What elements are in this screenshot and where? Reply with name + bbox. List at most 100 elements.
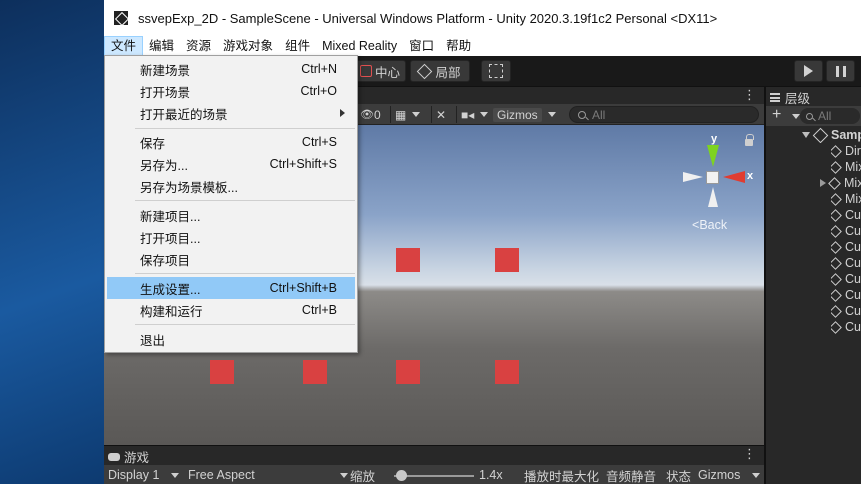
hierarchy-item[interactable]: Mix: [831, 159, 861, 175]
menu-separator: [135, 200, 355, 201]
gizmo-center-cube[interactable]: [706, 171, 719, 184]
expand-arrow-icon[interactable]: [802, 132, 810, 138]
neg-x-axis-cone[interactable]: [683, 172, 703, 182]
menu-help[interactable]: 帮助: [440, 36, 477, 56]
scene-cube[interactable]: [210, 360, 234, 384]
grid-snap-button[interactable]: [481, 60, 511, 82]
hierarchy-item[interactable]: Dir: [831, 143, 861, 159]
menu-item-save-as-scene-template[interactable]: 另存为场景模板...: [107, 175, 355, 197]
collapsed-arrow-icon[interactable]: [820, 179, 826, 187]
menu-mixed-reality[interactable]: Mixed Reality: [316, 36, 403, 56]
neg-y-axis-cone[interactable]: [708, 187, 718, 207]
game-toolbar: Display 1 Free Aspect 缩放 1.4x 播放时最大化 音频静…: [104, 465, 764, 484]
menu-item-open-scene[interactable]: 打开场景 Ctrl+O: [107, 80, 355, 102]
chevron-down-icon[interactable]: [792, 114, 800, 119]
tools-toggle[interactable]: ✕: [431, 106, 446, 123]
menu-item-label: 生成设置...: [140, 282, 201, 297]
hierarchy-item[interactable]: Cul: [831, 255, 861, 271]
menu-item-new-scene[interactable]: 新建场景 Ctrl+N: [107, 58, 355, 80]
more-options-icon[interactable]: ⋮: [743, 446, 756, 462]
x-axis-cone[interactable]: [723, 171, 745, 183]
menu-item-save-as[interactable]: 另存为... Ctrl+Shift+S: [107, 153, 355, 175]
menu-gameobject[interactable]: 游戏对象: [217, 36, 279, 56]
hierarchy-item[interactable]: Mix: [820, 175, 861, 191]
gameobject-icon: [831, 224, 842, 238]
scene-search-placeholder: All: [592, 107, 606, 122]
unity-logo-icon: [114, 11, 128, 25]
menu-item-label: 另存为场景模板...: [140, 180, 238, 195]
hierarchy-item-label: Cul: [845, 240, 861, 254]
grid-toggle[interactable]: ▦: [390, 106, 421, 123]
menu-item-shortcut: Ctrl+N: [301, 62, 337, 76]
camera-dropdown[interactable]: ■◂: [456, 106, 489, 123]
menu-component[interactable]: 组件: [279, 36, 316, 56]
title-bar: ssvepExp_2D - SampleScene - Universal Wi…: [104, 0, 861, 36]
scene-cube[interactable]: [396, 248, 420, 272]
game-gizmos-dropdown[interactable]: Gizmos: [698, 466, 761, 484]
play-button[interactable]: [794, 60, 823, 82]
window-title: ssvepExp_2D - SampleScene - Universal Wi…: [138, 10, 718, 26]
hidden-objects-toggle[interactable]: 👁 0: [360, 106, 381, 123]
display-dropdown[interactable]: Display 1: [108, 466, 180, 484]
y-axis-cone[interactable]: [707, 145, 719, 167]
search-icon: [578, 110, 586, 119]
menu-separator: [135, 128, 355, 129]
hierarchy-item[interactable]: Cul: [831, 271, 861, 287]
pivot-icon: [359, 65, 372, 77]
local-toggle-button[interactable]: 局部: [410, 60, 470, 82]
scene-cube[interactable]: [495, 248, 519, 272]
pause-button[interactable]: [826, 60, 855, 82]
menu-item-new-project[interactable]: 新建项目...: [107, 204, 355, 226]
menu-file[interactable]: 文件: [104, 36, 144, 56]
hierarchy-list: Samp Dir Mix Mix Mix Cul Cul Cul Cul Cul…: [764, 126, 861, 484]
hierarchy-scene-row[interactable]: Samp: [802, 127, 861, 143]
chevron-down-icon: [412, 112, 421, 117]
hierarchy-item[interactable]: Cul: [831, 287, 861, 303]
scene-cube[interactable]: [303, 360, 327, 384]
pivot-toggle-button[interactable]: 中心: [354, 60, 406, 82]
scene-cube[interactable]: [396, 360, 420, 384]
menu-item-save-project[interactable]: 保存项目: [107, 248, 355, 270]
menu-edit[interactable]: 编辑: [143, 36, 180, 56]
camera-icon: ■◂: [461, 107, 475, 122]
scene-cube[interactable]: [495, 360, 519, 384]
menu-item-build-settings[interactable]: 生成设置... Ctrl+Shift+B: [107, 277, 355, 299]
menu-assets[interactable]: 资源: [180, 36, 217, 56]
hidden-count: 0: [373, 107, 381, 122]
menu-item-label: 构建和运行: [140, 304, 203, 319]
gameobject-icon: [831, 192, 842, 206]
scene-gizmos-dropdown[interactable]: Gizmos: [493, 106, 556, 123]
stats-toggle[interactable]: 状态: [666, 466, 691, 484]
hierarchy-item[interactable]: Cul: [831, 207, 861, 223]
eye-slash-icon: 👁: [360, 109, 374, 121]
aspect-dropdown[interactable]: Free Aspect: [188, 466, 348, 484]
menu-item-exit[interactable]: 退出: [107, 328, 355, 350]
gizmos-label: Gizmos: [493, 107, 542, 122]
menu-item-open-project[interactable]: 打开项目...: [107, 226, 355, 248]
mute-audio-toggle[interactable]: 音频静音: [606, 466, 656, 484]
hierarchy-item[interactable]: Cul: [831, 303, 861, 319]
hierarchy-item-label: Cul: [845, 304, 861, 318]
more-options-icon[interactable]: ⋮: [743, 87, 756, 103]
game-tab-label: 游戏: [124, 451, 150, 465]
menu-item-open-recent-scene[interactable]: 打开最近的场景: [107, 102, 355, 124]
menu-separator: [135, 324, 355, 325]
hierarchy-search-input[interactable]: All: [800, 108, 860, 124]
hierarchy-item[interactable]: Cul: [831, 239, 861, 255]
lock-icon[interactable]: [745, 134, 754, 146]
game-tab-bar: 游戏 ⋮: [104, 445, 764, 465]
menu-item-build-and-run[interactable]: 构建和运行 Ctrl+B: [107, 299, 355, 321]
tab-game[interactable]: 游戏: [108, 447, 149, 466]
axis-x-label: x: [747, 170, 754, 182]
hierarchy-item[interactable]: Cul: [831, 223, 861, 239]
maximize-on-play-toggle[interactable]: 播放时最大化: [524, 466, 599, 484]
menu-item-save[interactable]: 保存 Ctrl+S: [107, 131, 355, 153]
tab-hierarchy[interactable]: 层级: [770, 88, 810, 107]
scene-search-input[interactable]: All: [569, 106, 759, 123]
hierarchy-item[interactable]: Cul: [831, 319, 861, 335]
hierarchy-item[interactable]: Mix: [831, 191, 861, 207]
scale-slider-thumb[interactable]: [396, 470, 407, 481]
orientation-gizmo[interactable]: y x: [679, 133, 759, 215]
add-icon[interactable]: +: [772, 106, 781, 124]
menu-window[interactable]: 窗口: [403, 36, 440, 56]
